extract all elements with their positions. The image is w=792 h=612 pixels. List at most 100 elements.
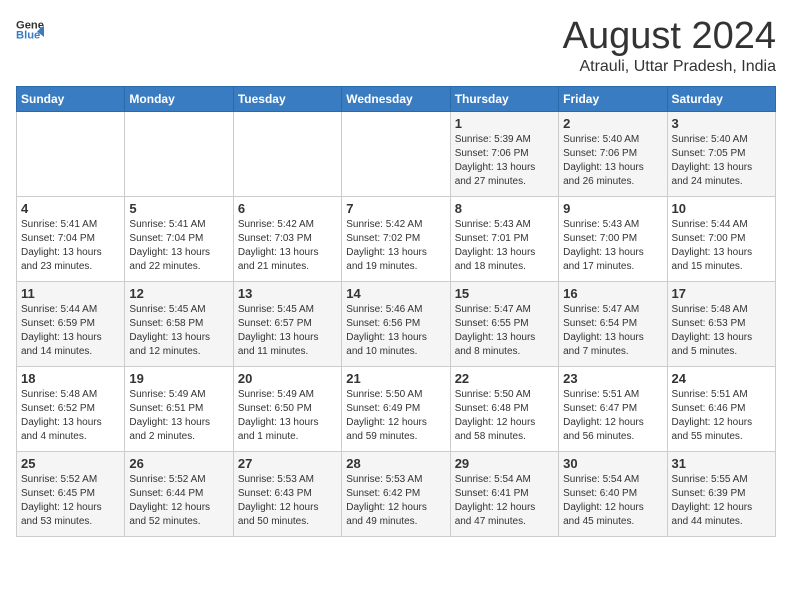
day-info: Sunrise: 5:52 AM Sunset: 6:44 PM Dayligh… [129, 473, 228, 529]
calendar-cell: 16 Sunrise: 5:47 AM Sunset: 6:54 PM Dayli… [559, 281, 667, 366]
col-thursday: Thursday [450, 86, 558, 111]
calendar-cell: 28 Sunrise: 5:53 AM Sunset: 6:42 PM Dayli… [342, 451, 450, 536]
calendar-cell [17, 111, 125, 196]
day-number: 3 [672, 116, 771, 131]
day-info: Sunrise: 5:45 AM Sunset: 6:57 PM Dayligh… [238, 303, 337, 359]
day-number: 25 [21, 456, 120, 471]
calendar-cell: 23Sunrise: 5:51 AM Sunset: 6:47 PM Dayli… [559, 366, 667, 451]
calendar-cell: 27 Sunrise: 5:53 AM Sunset: 6:43 PM Dayli… [233, 451, 341, 536]
day-info: Sunrise: 5:51 AM Sunset: 6:47 PM Dayligh… [563, 388, 662, 444]
calendar-week-1: 1 Sunrise: 5:39 AM Sunset: 7:06 PM Daylig… [17, 111, 776, 196]
day-number: 16 [563, 286, 662, 301]
calendar-cell: 2 Sunrise: 5:40 AM Sunset: 7:06 PM Daylig… [559, 111, 667, 196]
calendar-cell: 25 Sunrise: 5:52 AM Sunset: 6:45 PM Dayli… [17, 451, 125, 536]
day-number: 4 [21, 201, 120, 216]
day-info: Sunrise: 5:54 AM Sunset: 6:40 PM Dayligh… [563, 473, 662, 529]
day-info: Sunrise: 5:41 AM Sunset: 7:04 PM Dayligh… [21, 218, 120, 274]
logo: General Blue [16, 16, 44, 44]
col-wednesday: Wednesday [342, 86, 450, 111]
calendar-week-5: 25 Sunrise: 5:52 AM Sunset: 6:45 PM Dayli… [17, 451, 776, 536]
day-number: 30 [563, 456, 662, 471]
calendar-cell: 15 Sunrise: 5:47 AM Sunset: 6:55 PM Dayli… [450, 281, 558, 366]
calendar-cell [233, 111, 341, 196]
day-info: Sunrise: 5:53 AM Sunset: 6:42 PM Dayligh… [346, 473, 445, 529]
calendar-cell: 5 Sunrise: 5:41 AM Sunset: 7:04 PM Daylig… [125, 196, 233, 281]
day-number: 31 [672, 456, 771, 471]
calendar-week-4: 18Sunrise: 5:48 AM Sunset: 6:52 PM Dayli… [17, 366, 776, 451]
day-info: Sunrise: 5:50 AM Sunset: 6:48 PM Dayligh… [455, 388, 554, 444]
calendar-cell: 31 Sunrise: 5:55 AM Sunset: 6:39 PM Dayli… [667, 451, 775, 536]
calendar-cell [342, 111, 450, 196]
calendar-cell: 17Sunrise: 5:48 AM Sunset: 6:53 PM Dayli… [667, 281, 775, 366]
header: General Blue August 2024 Atrauli, Uttar … [16, 16, 776, 76]
day-info: Sunrise: 5:52 AM Sunset: 6:45 PM Dayligh… [21, 473, 120, 529]
calendar-cell: 29 Sunrise: 5:54 AM Sunset: 6:41 PM Dayli… [450, 451, 558, 536]
day-info: Sunrise: 5:47 AM Sunset: 6:54 PM Dayligh… [563, 303, 662, 359]
day-info: Sunrise: 5:49 AM Sunset: 6:50 PM Dayligh… [238, 388, 337, 444]
calendar-cell: 10 Sunrise: 5:44 AM Sunset: 7:00 PM Dayli… [667, 196, 775, 281]
day-info: Sunrise: 5:41 AM Sunset: 7:04 PM Dayligh… [129, 218, 228, 274]
calendar-week-3: 11 Sunrise: 5:44 AM Sunset: 6:59 PM Dayli… [17, 281, 776, 366]
logo-icon: General Blue [16, 16, 44, 44]
day-info: Sunrise: 5:55 AM Sunset: 6:39 PM Dayligh… [672, 473, 771, 529]
day-number: 2 [563, 116, 662, 131]
calendar-cell: 22Sunrise: 5:50 AM Sunset: 6:48 PM Dayli… [450, 366, 558, 451]
calendar-cell: 11 Sunrise: 5:44 AM Sunset: 6:59 PM Dayli… [17, 281, 125, 366]
calendar-cell: 19 Sunrise: 5:49 AM Sunset: 6:51 PM Dayli… [125, 366, 233, 451]
day-info: Sunrise: 5:53 AM Sunset: 6:43 PM Dayligh… [238, 473, 337, 529]
calendar-table: Sunday Monday Tuesday Wednesday Thursday… [16, 86, 776, 537]
calendar-cell: 8Sunrise: 5:43 AM Sunset: 7:01 PM Daylig… [450, 196, 558, 281]
day-number: 19 [129, 371, 228, 386]
title-area: August 2024 Atrauli, Uttar Pradesh, Indi… [563, 16, 776, 76]
day-number: 10 [672, 201, 771, 216]
day-info: Sunrise: 5:45 AM Sunset: 6:58 PM Dayligh… [129, 303, 228, 359]
day-info: Sunrise: 5:47 AM Sunset: 6:55 PM Dayligh… [455, 303, 554, 359]
day-number: 17 [672, 286, 771, 301]
day-number: 5 [129, 201, 228, 216]
calendar-cell: 14 Sunrise: 5:46 AM Sunset: 6:56 PM Dayli… [342, 281, 450, 366]
header-row: Sunday Monday Tuesday Wednesday Thursday… [17, 86, 776, 111]
day-number: 15 [455, 286, 554, 301]
day-number: 28 [346, 456, 445, 471]
col-friday: Friday [559, 86, 667, 111]
calendar-cell: 24 Sunrise: 5:51 AM Sunset: 6:46 PM Dayli… [667, 366, 775, 451]
day-number: 14 [346, 286, 445, 301]
day-number: 12 [129, 286, 228, 301]
col-sunday: Sunday [17, 86, 125, 111]
day-number: 27 [238, 456, 337, 471]
day-number: 24 [672, 371, 771, 386]
day-info: Sunrise: 5:40 AM Sunset: 7:06 PM Dayligh… [563, 133, 662, 189]
day-number: 9 [563, 201, 662, 216]
svg-text:Blue: Blue [16, 29, 40, 41]
day-info: Sunrise: 5:49 AM Sunset: 6:51 PM Dayligh… [129, 388, 228, 444]
day-info: Sunrise: 5:51 AM Sunset: 6:46 PM Dayligh… [672, 388, 771, 444]
day-number: 11 [21, 286, 120, 301]
day-number: 18 [21, 371, 120, 386]
calendar-cell: 4 Sunrise: 5:41 AM Sunset: 7:04 PM Daylig… [17, 196, 125, 281]
day-number: 6 [238, 201, 337, 216]
day-info: Sunrise: 5:44 AM Sunset: 7:00 PM Dayligh… [672, 218, 771, 274]
day-info: Sunrise: 5:39 AM Sunset: 7:06 PM Dayligh… [455, 133, 554, 189]
day-info: Sunrise: 5:46 AM Sunset: 6:56 PM Dayligh… [346, 303, 445, 359]
location: Atrauli, Uttar Pradesh, India [563, 58, 776, 76]
calendar-cell: 7Sunrise: 5:42 AM Sunset: 7:02 PM Daylig… [342, 196, 450, 281]
calendar-cell: 21 Sunrise: 5:50 AM Sunset: 6:49 PM Dayli… [342, 366, 450, 451]
col-saturday: Saturday [667, 86, 775, 111]
calendar-cell [125, 111, 233, 196]
day-info: Sunrise: 5:43 AM Sunset: 7:01 PM Dayligh… [455, 218, 554, 274]
col-monday: Monday [125, 86, 233, 111]
day-info: Sunrise: 5:42 AM Sunset: 7:03 PM Dayligh… [238, 218, 337, 274]
day-number: 26 [129, 456, 228, 471]
calendar-cell: 26 Sunrise: 5:52 AM Sunset: 6:44 PM Dayli… [125, 451, 233, 536]
day-info: Sunrise: 5:44 AM Sunset: 6:59 PM Dayligh… [21, 303, 120, 359]
calendar-cell: 18Sunrise: 5:48 AM Sunset: 6:52 PM Dayli… [17, 366, 125, 451]
calendar-cell: 3Sunrise: 5:40 AM Sunset: 7:05 PM Daylig… [667, 111, 775, 196]
calendar-cell: 1 Sunrise: 5:39 AM Sunset: 7:06 PM Daylig… [450, 111, 558, 196]
day-info: Sunrise: 5:43 AM Sunset: 7:00 PM Dayligh… [563, 218, 662, 274]
day-info: Sunrise: 5:54 AM Sunset: 6:41 PM Dayligh… [455, 473, 554, 529]
day-number: 21 [346, 371, 445, 386]
day-number: 29 [455, 456, 554, 471]
calendar-cell: 30 Sunrise: 5:54 AM Sunset: 6:40 PM Dayli… [559, 451, 667, 536]
day-info: Sunrise: 5:50 AM Sunset: 6:49 PM Dayligh… [346, 388, 445, 444]
day-number: 1 [455, 116, 554, 131]
